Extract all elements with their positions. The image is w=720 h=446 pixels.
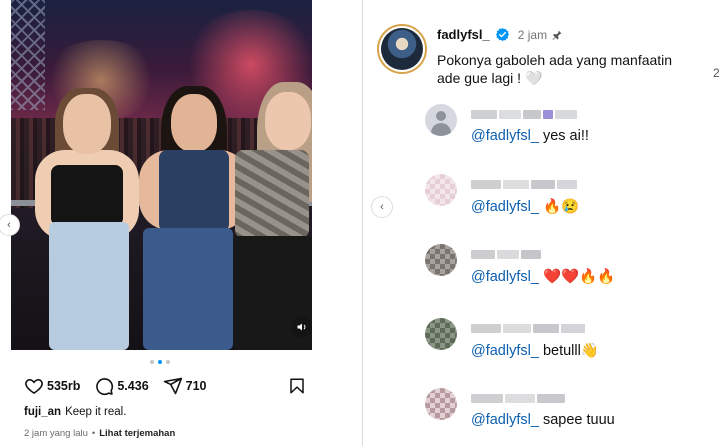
sound-icon[interactable] [291, 316, 312, 338]
comment-count: 5.436 [117, 379, 149, 393]
stage-tower [11, 0, 45, 110]
post-panel: ‹ 535rb 5.436 710 fuji_an Keep it real. 2… [0, 0, 362, 446]
blurred-username [471, 180, 577, 189]
mention-link[interactable]: @fadlyfsl_ [471, 128, 539, 144]
verified-icon [495, 27, 509, 42]
owner-comment-text: Pokonya gaboleh ada yang manfaatin ade g… [437, 52, 673, 86]
comment-button[interactable]: 5.436 [94, 376, 149, 396]
owner-comment-header: fadlyfsl_ 2 jam [437, 27, 563, 42]
see-translation-link[interactable]: Lihat terjemahan [99, 428, 175, 439]
pixelated-avatar[interactable] [425, 318, 457, 350]
reply-text: @fadlyfsl_ sapee tuuu [471, 412, 615, 428]
blurred-username [471, 394, 565, 403]
bookmark-icon[interactable] [288, 376, 306, 396]
blurred-username [471, 250, 541, 259]
share-button[interactable]: 710 [163, 376, 207, 396]
reply-text: @fadlyfsl_ yes ai!! [471, 128, 589, 144]
reply-comment: @fadlyfsl_ betulll👋 [425, 316, 715, 372]
comment-icon [96, 378, 114, 396]
reply-body: yes ai!! [538, 128, 589, 144]
owner-username[interactable]: fadlyfsl_ [437, 27, 490, 42]
pin-icon [552, 30, 562, 40]
caption-text: Keep it real. [65, 406, 127, 418]
mention-link[interactable]: @fadlyfsl_ [471, 199, 539, 215]
mention-link[interactable]: @fadlyfsl_ [471, 269, 539, 285]
default-avatar[interactable] [425, 104, 457, 136]
comments-panel: ‹ fadlyfsl_ 2 jam Pokonya gaboleh ada ya… [363, 0, 720, 446]
blurred-username [471, 324, 585, 333]
like-button[interactable]: 535rb [24, 376, 80, 396]
like-count: 535rb [47, 379, 81, 393]
reply-text: @fadlyfsl_ 🔥😢 [471, 198, 579, 215]
pixelated-avatar[interactable] [425, 174, 457, 206]
reply-text: @fadlyfsl_ betulll👋 [471, 342, 599, 359]
carousel-dot [150, 360, 154, 364]
avatar[interactable] [377, 24, 427, 74]
cut-off-number: 2 [713, 66, 720, 80]
reply-comment: @fadlyfsl_ sapee tuuu [425, 386, 715, 442]
reply-body: ❤️❤️🔥🔥 [538, 269, 616, 285]
reply-comment: @fadlyfsl_ ❤️❤️🔥🔥 [425, 242, 715, 298]
reply-body: 🔥😢 [538, 199, 580, 215]
owner-comment-time: 2 jam [517, 27, 548, 42]
share-icon [163, 377, 182, 395]
reply-body: betulll👋 [538, 343, 599, 359]
carousel-dot [166, 360, 170, 364]
post-photo[interactable] [11, 0, 312, 350]
blurred-username [471, 110, 577, 119]
meta-separator: • [91, 428, 96, 439]
mention-link[interactable]: @fadlyfsl_ [471, 343, 539, 359]
post-meta: 2 jam yang lalu • Lihat terjemahan [24, 428, 175, 439]
share-count: 710 [185, 379, 207, 393]
post-actions: 535rb 5.436 710 [24, 376, 306, 396]
reply-body: sapee tuuu [538, 412, 615, 428]
carousel-dots [150, 360, 170, 364]
chevron-left-icon[interactable]: ‹ [371, 196, 393, 218]
pixelated-avatar[interactable] [425, 388, 457, 420]
carousel-dot-active [158, 360, 162, 364]
reply-text: @fadlyfsl_ ❤️❤️🔥🔥 [471, 268, 615, 285]
reply-comment: @fadlyfsl_ 🔥😢 [425, 172, 715, 228]
caption-username[interactable]: fuji_an [24, 406, 61, 418]
reply-comment: @fadlyfsl_ yes ai!! [425, 102, 715, 158]
mention-link[interactable]: @fadlyfsl_ [471, 412, 539, 428]
pixelated-avatar[interactable] [425, 244, 457, 276]
heart-icon [25, 378, 43, 395]
post-time: 2 jam yang lalu [24, 428, 88, 439]
post-caption: fuji_an Keep it real. [24, 406, 126, 418]
